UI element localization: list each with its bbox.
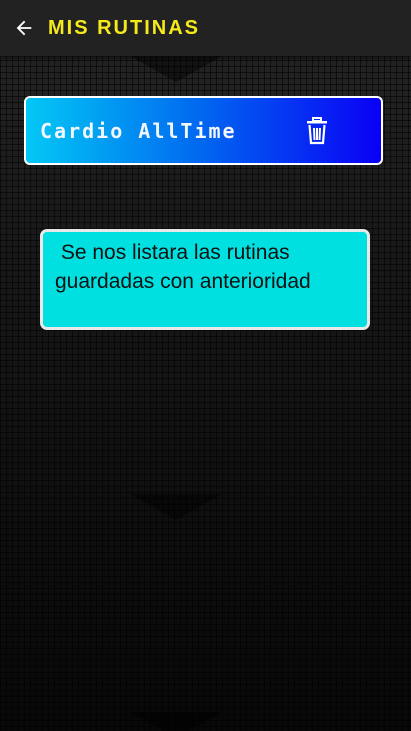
screen: MIS RUTINAS Cardio AllTime Se nos listar… bbox=[0, 0, 411, 731]
background-chevron bbox=[130, 494, 222, 520]
info-message-box: Se nos listara las rutinas guardadas con… bbox=[40, 229, 370, 330]
back-button[interactable] bbox=[0, 0, 48, 56]
delete-routine-button[interactable] bbox=[297, 111, 337, 151]
app-bar: MIS RUTINAS bbox=[0, 0, 411, 56]
trash-icon bbox=[307, 116, 327, 144]
background-chevron bbox=[130, 712, 222, 731]
routine-card[interactable]: Cardio AllTime bbox=[24, 96, 383, 165]
background-chevron bbox=[130, 56, 222, 82]
routine-name: Cardio AllTime bbox=[40, 118, 237, 143]
arrow-left-icon bbox=[16, 20, 32, 36]
info-message-text: Se nos listara las rutinas guardadas con… bbox=[55, 241, 311, 293]
page-title: MIS RUTINAS bbox=[48, 16, 200, 39]
